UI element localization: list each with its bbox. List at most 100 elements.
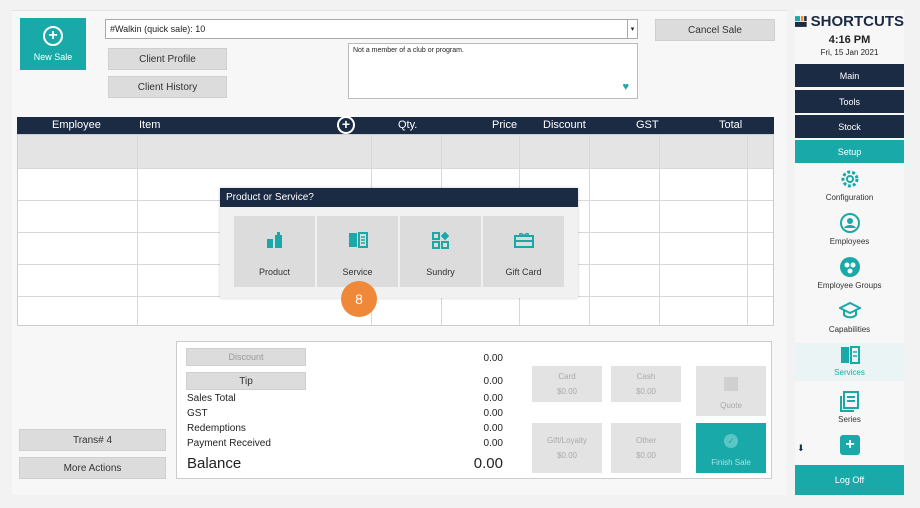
other-value: $0.00 — [635, 451, 657, 460]
product-icon — [266, 232, 282, 248]
capabilities-label: Capabilities — [828, 325, 871, 334]
menu-stock[interactable]: Stock — [795, 115, 904, 138]
client-select-value: #Walkin (quick sale): 10 — [110, 24, 206, 34]
book-icon — [840, 346, 860, 364]
membership-note: Not a member of a club or program. ♥ — [348, 43, 638, 99]
col-price: Price — [492, 119, 518, 131]
sidebar-item-services[interactable]: Services — [795, 343, 904, 381]
quote-label: Quote — [720, 401, 742, 410]
dropdown-arrow-icon[interactable]: ▾ — [627, 20, 637, 38]
person-icon — [839, 213, 860, 233]
sidebar-item-capabilities[interactable]: Capabilities — [795, 300, 904, 334]
gift-card-label: Gift Card — [505, 267, 542, 277]
finish-sale-button[interactable]: ✓ Finish Sale — [696, 423, 766, 473]
gst-value: 0.00 — [483, 408, 503, 419]
gift-card-icon — [513, 232, 534, 248]
trans-number-button[interactable]: Trans# 4 — [19, 429, 166, 451]
add-item-icon[interactable]: + — [337, 116, 355, 134]
more-actions-button[interactable]: More Actions — [19, 457, 166, 479]
card-label: Card — [558, 372, 576, 381]
sale-grid-header: Employee Item + Qty. Price Discount GST … — [17, 116, 774, 134]
tip-value: 0.00 — [483, 376, 503, 387]
scroll-down-icon[interactable]: ⬇ — [797, 443, 805, 454]
menu-main[interactable]: Main — [795, 64, 904, 87]
sidebar: SHORTCUTS 4:16 PM Fri, 15 Jan 2021 Main … — [795, 10, 904, 495]
col-total: Total — [719, 119, 743, 131]
discount-value: 0.00 — [483, 353, 503, 364]
col-gst: GST — [636, 119, 659, 131]
clock-time: 4:16 PM — [828, 34, 871, 46]
product-label: Product — [258, 267, 291, 277]
totals-panel: Discount Tip 0.00 0.00 Sales Total 0.00 … — [176, 341, 772, 479]
card-value: $0.00 — [556, 387, 578, 396]
series-label: Series — [838, 415, 861, 424]
log-off-button[interactable]: Log Off — [795, 465, 904, 495]
client-profile-button[interactable]: Client Profile — [108, 48, 227, 70]
brand-name: SHORTCUTS — [810, 13, 904, 30]
sidebar-item-series[interactable]: Series — [795, 390, 904, 424]
tip-button[interactable]: Tip — [186, 372, 306, 390]
gst-label: GST — [187, 408, 208, 419]
employees-label: Employees — [829, 237, 870, 246]
redemptions-value: 0.00 — [483, 423, 503, 434]
col-discount: Discount — [543, 119, 586, 131]
finish-sale-label: Finish Sale — [711, 458, 751, 467]
membership-note-text: Not a member of a club or program. — [353, 47, 464, 54]
new-sale-button[interactable]: + New Sale — [20, 18, 86, 70]
step-badge: 8 — [341, 281, 377, 317]
product-option-button[interactable]: Product — [234, 216, 315, 287]
services-label: Services — [834, 368, 865, 377]
product-or-service-dialog: Product or Service? Product Service Sund… — [220, 188, 578, 298]
clock-date: Fri, 15 Jan 2021 — [820, 48, 879, 57]
medical-plus-icon[interactable]: + — [840, 435, 860, 455]
quote-button[interactable]: Quote — [696, 366, 766, 416]
sidebar-item-configuration[interactable]: Configuration — [795, 168, 904, 202]
menu-setup[interactable]: Setup — [795, 140, 904, 163]
sundry-option-button[interactable]: Sundry — [400, 216, 481, 287]
gift-loyalty-value: $0.00 — [556, 451, 578, 460]
sundry-icon — [431, 232, 449, 249]
client-history-button[interactable]: Client History — [108, 76, 227, 98]
gear-icon — [841, 170, 858, 188]
other-payment-button[interactable]: Other $0.00 — [611, 423, 681, 473]
balance-label: Balance — [187, 455, 242, 472]
dialog-title: Product or Service? — [220, 188, 578, 207]
col-employee: Employee — [52, 119, 101, 131]
sales-total-label: Sales Total — [187, 393, 236, 404]
sidebar-item-employee-groups[interactable]: Employee Groups — [795, 256, 904, 290]
col-item: Item — [139, 119, 161, 131]
brand-logo: SHORTCUTS — [795, 13, 904, 30]
other-label: Other — [635, 436, 656, 445]
discount-button[interactable]: Discount — [186, 348, 306, 366]
list-icon — [839, 391, 859, 412]
client-select[interactable]: #Walkin (quick sale): 10 ▾ — [105, 19, 638, 39]
service-label: Service — [342, 267, 373, 277]
group-icon — [839, 257, 860, 277]
payment-received-label: Payment Received — [187, 438, 271, 449]
check-icon: ✓ — [724, 434, 738, 448]
configuration-label: Configuration — [825, 193, 874, 202]
menu-tools[interactable]: Tools — [795, 90, 904, 113]
service-option-button[interactable]: Service — [317, 216, 398, 287]
gift-loyalty-label: Gift/Loyalty — [546, 436, 587, 445]
plus-icon: + — [43, 26, 63, 46]
quote-icon — [724, 377, 738, 391]
balance-value: 0.00 — [473, 455, 503, 472]
book-icon — [348, 232, 368, 248]
heart-plus-icon[interactable]: ♥ — [622, 81, 629, 93]
gift-loyalty-payment-button[interactable]: Gift/Loyalty $0.00 — [532, 423, 602, 473]
cash-value: $0.00 — [635, 387, 657, 396]
new-sale-label: New Sale — [33, 52, 73, 62]
cancel-sale-button[interactable]: Cancel Sale — [655, 19, 775, 41]
payment-received-value: 0.00 — [483, 438, 503, 449]
cash-payment-button[interactable]: Cash $0.00 — [611, 366, 681, 402]
col-qty: Qty. — [398, 119, 418, 131]
sales-total-value: 0.00 — [483, 393, 503, 404]
cash-label: Cash — [636, 372, 656, 381]
card-payment-button[interactable]: Card $0.00 — [532, 366, 602, 402]
gift-card-option-button[interactable]: Gift Card — [483, 216, 564, 287]
shortcuts-logo-icon — [795, 16, 807, 27]
redemptions-label: Redemptions — [187, 423, 246, 434]
sidebar-item-employees[interactable]: Employees — [795, 212, 904, 246]
employee-groups-label: Employee Groups — [817, 281, 882, 290]
